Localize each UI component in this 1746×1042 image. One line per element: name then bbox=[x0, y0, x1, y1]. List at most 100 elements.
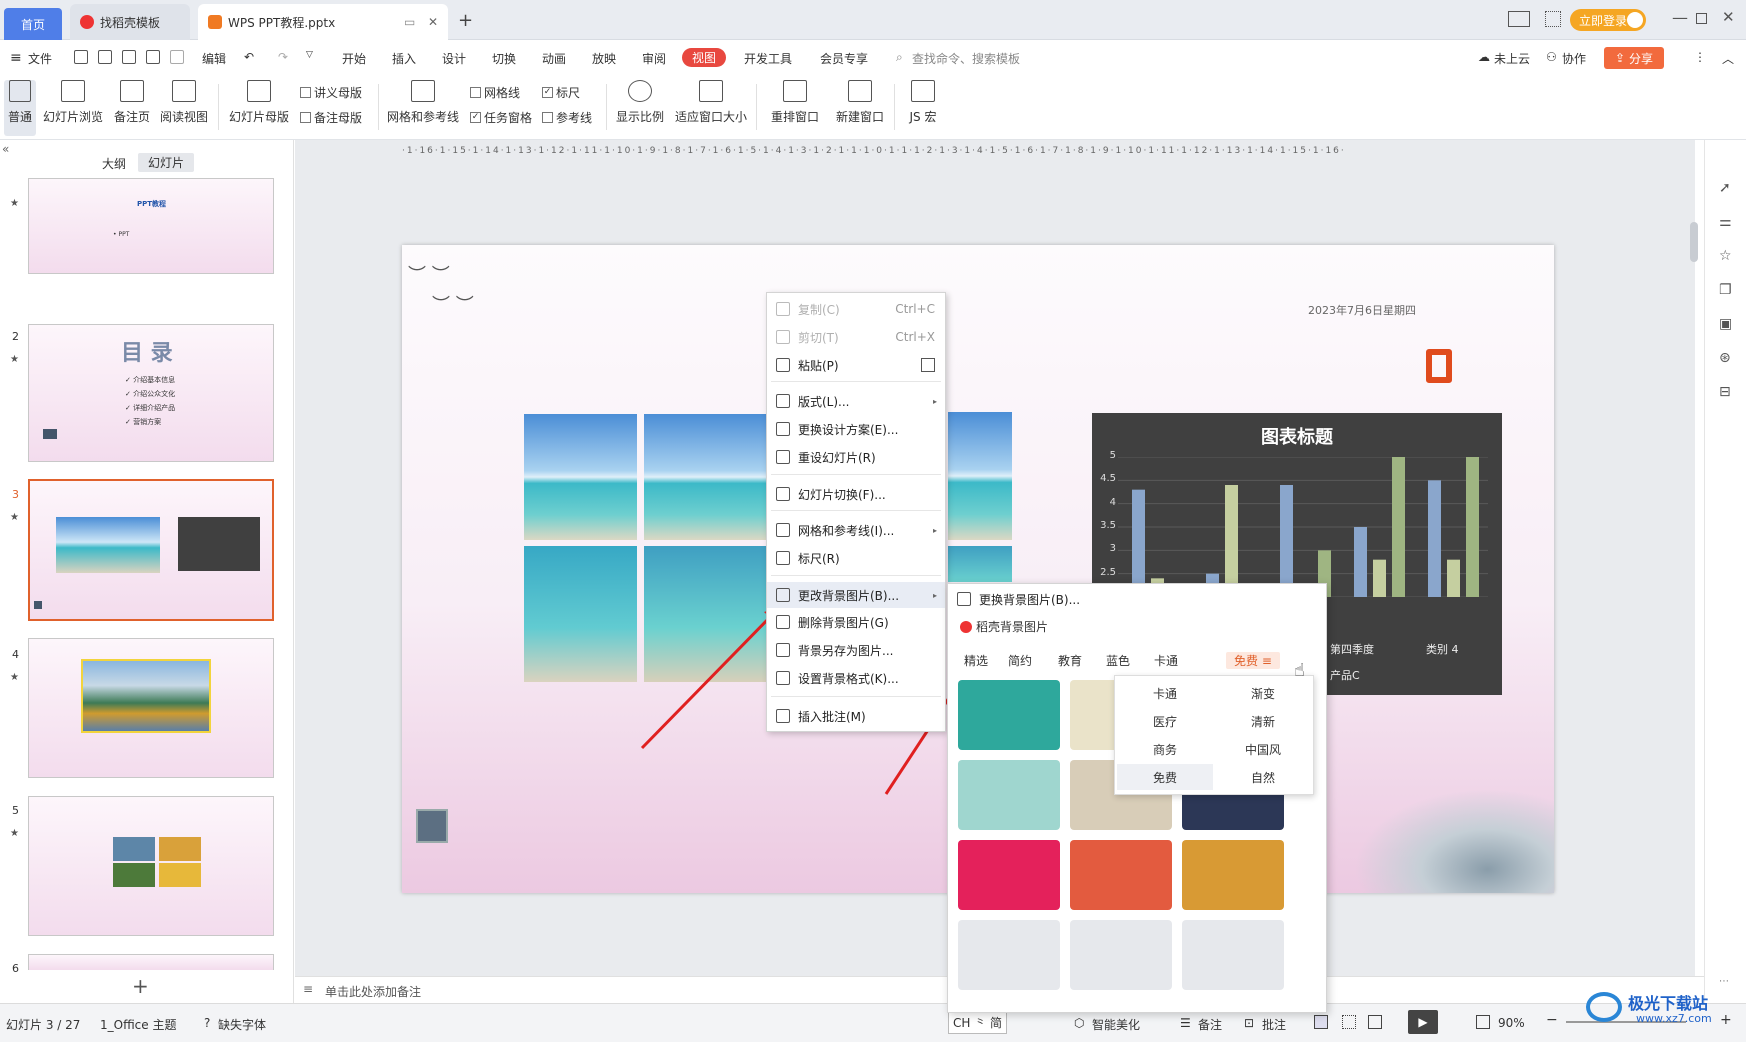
hamburger-icon[interactable]: ≡ bbox=[10, 50, 22, 66]
paste-options-icon[interactable] bbox=[921, 358, 935, 372]
grid-guides-button[interactable]: 网格和参考线 bbox=[386, 80, 460, 125]
smart-beautify-button[interactable]: 智能美化 bbox=[1092, 1016, 1140, 1033]
menu-replace-background[interactable]: 更换背景图片(B)... bbox=[948, 586, 1324, 612]
tab-daoke[interactable]: 找稻壳模板 bbox=[70, 4, 190, 40]
category-tab[interactable]: 蓝色 bbox=[1106, 652, 1130, 669]
slide-thumbnail-5[interactable] bbox=[28, 796, 274, 936]
guides-checkbox[interactable]: 参考线 bbox=[542, 109, 592, 126]
image-icon[interactable]: ▣ bbox=[1719, 316, 1732, 332]
sliders-icon[interactable]: ⚌ bbox=[1719, 214, 1732, 230]
background-card[interactable] bbox=[1182, 840, 1284, 910]
slide-thumbnail-3[interactable] bbox=[28, 479, 274, 621]
js-macro-button[interactable]: JS 宏 bbox=[902, 80, 944, 125]
layout-icon[interactable] bbox=[1508, 11, 1530, 27]
slide-thumbnail-1[interactable]: PPT教程 • PPT bbox=[28, 178, 274, 274]
menu-slideshow[interactable]: 放映 bbox=[592, 50, 616, 67]
undo-icon[interactable]: ↶ bbox=[244, 50, 254, 64]
collapse-panel-icon[interactable]: « bbox=[2, 142, 9, 156]
task-pane-checkbox[interactable]: ✓ 任务窗格 bbox=[470, 109, 532, 126]
new-tab-button[interactable]: + bbox=[458, 10, 473, 31]
tab-home[interactable]: 首页 bbox=[4, 8, 62, 40]
menu-change-background[interactable]: 更改背景图片(B)... ▸ bbox=[767, 582, 945, 608]
print-preview-icon[interactable] bbox=[146, 50, 160, 64]
fit-icon[interactable] bbox=[1476, 1015, 1490, 1029]
menu-format-background[interactable]: 设置背景格式(K)... bbox=[767, 665, 945, 691]
tab-slides[interactable]: 幻灯片 bbox=[138, 153, 195, 172]
add-slide-button[interactable]: + bbox=[132, 974, 149, 998]
tab-document[interactable]: WPS PPT教程.pptx ▭ ✕ bbox=[198, 4, 448, 40]
normal-view-button[interactable]: 普通 bbox=[4, 80, 36, 136]
slide-master-button[interactable]: 幻灯片母版 bbox=[228, 80, 290, 125]
close-window-icon[interactable]: ✕ bbox=[1722, 8, 1735, 26]
play-slideshow-button[interactable]: ▶ bbox=[1408, 1010, 1438, 1034]
menu-save-background[interactable]: 背景另存为图片... bbox=[767, 637, 945, 663]
category-tab[interactable]: 卡通 bbox=[1154, 652, 1178, 669]
sea-photo-1[interactable] bbox=[524, 546, 637, 682]
print-icon[interactable] bbox=[122, 50, 136, 64]
zoom-level[interactable]: 90% bbox=[1498, 1016, 1525, 1030]
menu-transition[interactable]: 切换 bbox=[492, 50, 516, 67]
menu-start[interactable]: 开始 bbox=[342, 50, 366, 67]
collapse-ribbon-icon[interactable]: ︿ bbox=[1722, 50, 1734, 67]
background-card[interactable] bbox=[958, 920, 1060, 990]
sorter-view-icon[interactable] bbox=[1342, 1015, 1356, 1029]
menu-edit[interactable]: 编辑 bbox=[202, 50, 226, 67]
normal-view-icon[interactable] bbox=[1314, 1015, 1328, 1029]
more-menu-icon[interactable]: ⋮ bbox=[1694, 50, 1706, 64]
dropdown-option[interactable]: 医疗 bbox=[1117, 708, 1213, 734]
reading-view-button[interactable]: 阅读视图 bbox=[158, 80, 210, 125]
background-card[interactable] bbox=[958, 680, 1060, 750]
rocket-icon[interactable]: ➚ bbox=[1719, 180, 1731, 196]
ime-indicator[interactable]: CH ⺀ 简 bbox=[948, 1011, 1008, 1034]
ruler-checkbox[interactable]: ✓ 标尺 bbox=[542, 84, 580, 101]
zoom-out-icon[interactable]: − bbox=[1546, 1012, 1558, 1028]
redo-icon[interactable]: ↷ bbox=[278, 50, 288, 64]
menu-member[interactable]: 会员专享 bbox=[820, 50, 868, 67]
menu-ruler[interactable]: 标尺(R) bbox=[767, 545, 945, 571]
dropdown-option[interactable]: 卡通 bbox=[1117, 680, 1213, 706]
sky-photo-2[interactable] bbox=[644, 414, 768, 540]
category-tab[interactable]: 简约 bbox=[1008, 652, 1032, 669]
star-icon[interactable]: ☆ bbox=[1719, 248, 1732, 264]
close-tab-icon[interactable]: ✕ bbox=[428, 15, 438, 29]
search-input[interactable]: 查找命令、搜索模板 bbox=[912, 50, 1020, 67]
fit-window-button[interactable]: 适应窗口大小 bbox=[674, 80, 748, 125]
comments-toggle[interactable]: 批注 bbox=[1262, 1016, 1286, 1033]
compass-icon[interactable]: ⊛ bbox=[1719, 350, 1731, 366]
category-tab[interactable]: 精选 bbox=[964, 652, 988, 669]
notes-page-button[interactable]: 备注页 bbox=[112, 80, 152, 125]
collab-button[interactable]: 协作 bbox=[1562, 50, 1586, 67]
menu-review[interactable]: 审阅 bbox=[642, 50, 666, 67]
slide-thumbnail-2[interactable]: 目 录 ✓ 介绍基本信息 ✓ 介绍公众文化 ✓ 详细介绍产品 ✓ 营销方案 bbox=[28, 324, 274, 462]
gridlines-checkbox[interactable]: 网格线 bbox=[470, 84, 520, 101]
format-painter-icon[interactable] bbox=[170, 50, 184, 64]
sky-photo-1[interactable] bbox=[524, 414, 637, 540]
zoom-button[interactable]: 显示比例 bbox=[614, 80, 666, 125]
dropdown-option[interactable]: 清新 bbox=[1215, 708, 1311, 734]
minimize-icon[interactable]: — bbox=[1672, 8, 1688, 27]
notes-toggle[interactable]: 备注 bbox=[1198, 1016, 1222, 1033]
apps-grid-icon[interactable] bbox=[1545, 11, 1561, 27]
slide-sorter-button[interactable]: 幻灯片浏览 bbox=[42, 80, 104, 125]
menu-copy[interactable]: 复制(C) Ctrl+C bbox=[767, 296, 945, 322]
menu-developer[interactable]: 开发工具 bbox=[744, 50, 792, 67]
menu-delete-background[interactable]: 删除背景图片(G) bbox=[767, 609, 945, 635]
theme-name[interactable]: 1_Office 主题 bbox=[100, 1016, 176, 1033]
menu-insert[interactable]: 插入 bbox=[392, 50, 416, 67]
slide-thumbnail-4[interactable] bbox=[28, 638, 274, 778]
play-icon[interactable] bbox=[416, 809, 448, 843]
menu-transition[interactable]: 幻灯片切换(F)... bbox=[767, 481, 945, 507]
login-button[interactable]: 立即登录 bbox=[1570, 9, 1646, 31]
menu-animation[interactable]: 动画 bbox=[542, 50, 566, 67]
category-tab[interactable]: 教育 bbox=[1058, 652, 1082, 669]
menu-view[interactable]: 视图 bbox=[682, 48, 727, 67]
menu-paste[interactable]: 粘贴(P) bbox=[767, 352, 945, 378]
background-card[interactable] bbox=[1070, 840, 1172, 910]
slides-icon[interactable]: ❐ bbox=[1719, 282, 1732, 298]
menu-design[interactable]: 设计 bbox=[442, 50, 466, 67]
sky-photo-4[interactable] bbox=[948, 412, 1012, 540]
background-card[interactable] bbox=[958, 840, 1060, 910]
background-card[interactable] bbox=[1070, 920, 1172, 990]
menu-change-design[interactable]: 更换设计方案(E)... bbox=[767, 416, 945, 442]
menu-reset-slide[interactable]: 重设幻灯片(R) bbox=[767, 444, 945, 470]
